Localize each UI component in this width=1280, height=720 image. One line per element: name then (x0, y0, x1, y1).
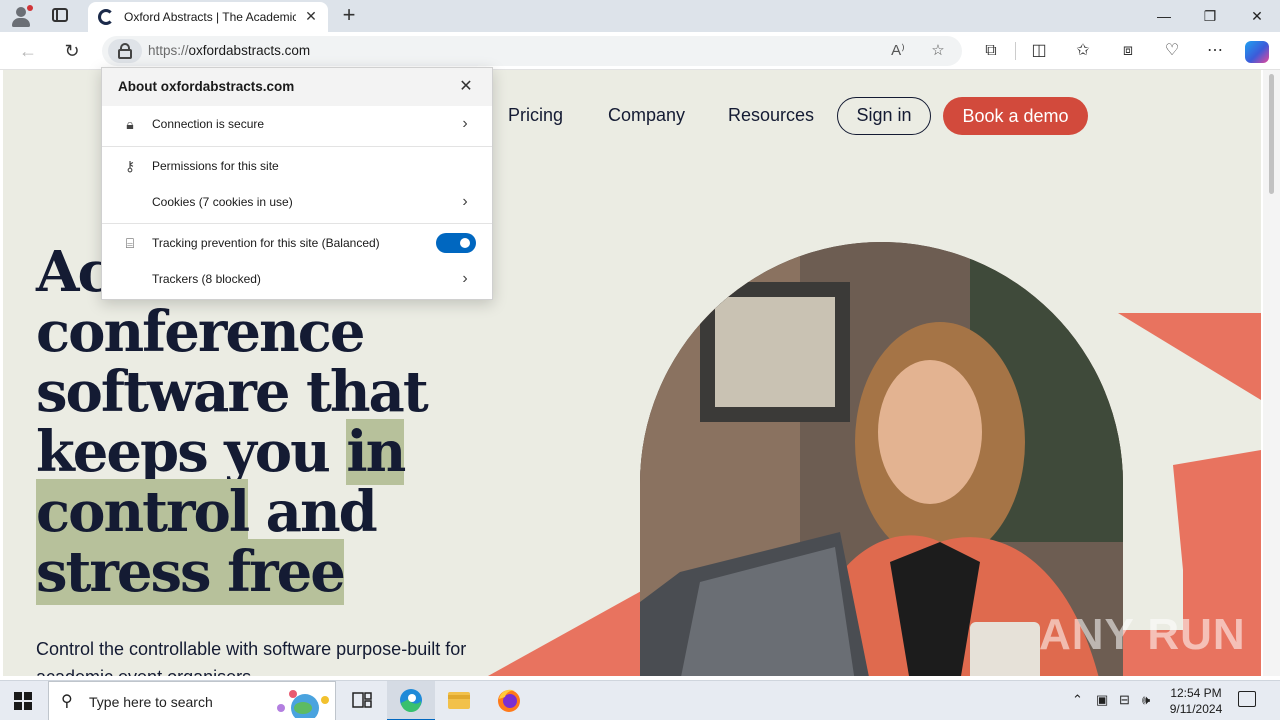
search-highlight-art-icon (277, 690, 329, 718)
split-screen-icon[interactable]: ◫ (1026, 39, 1052, 63)
extensions-icon[interactable]: ⧉ (978, 39, 1004, 63)
tab-close-icon[interactable]: ✕ (302, 7, 320, 25)
browser-tab-active[interactable]: Oxford Abstracts | The Academic ✕ (88, 2, 328, 32)
anyrun-watermark: ANY RUN (1039, 610, 1246, 659)
collections-icon[interactable]: ⧈ (1115, 39, 1141, 63)
permissions-label: Permissions for this site (152, 159, 279, 173)
settings-more-icon[interactable]: ⋯ (1202, 39, 1228, 63)
chevron-right-icon: › (462, 115, 468, 132)
trackers-label: Trackers (8 blocked) (152, 272, 261, 286)
window-close-icon[interactable]: ✕ (1234, 0, 1280, 32)
refresh-icon[interactable]: ↻ (59, 38, 85, 64)
restore-icon[interactable]: ❐ (1187, 0, 1233, 32)
tracking-prevention-icon: ⌸ (125, 235, 135, 251)
volume-icon[interactable]: 🕪︎ (1142, 692, 1150, 708)
hero-subtitle: Control the controllable with software p… (36, 639, 467, 676)
task-view-icon[interactable] (338, 681, 386, 720)
clock-date: 9/11/2024 (1169, 702, 1223, 716)
tray-device-icon[interactable]: ▣ (1096, 692, 1108, 708)
favorite-star-icon[interactable]: ☆ (927, 40, 949, 62)
profile-avatar-icon[interactable] (10, 5, 33, 27)
file-explorer-icon[interactable] (435, 681, 483, 720)
connection-label: Connection is secure (152, 117, 265, 131)
address-bar[interactable]: https://oxfordabstracts.com A⁾ ☆ (102, 36, 962, 66)
nav-link-resources[interactable]: Resources (728, 105, 814, 126)
chevron-right-icon: › (462, 193, 468, 210)
popup-divider (102, 223, 492, 224)
trackers-row[interactable]: Trackers (8 blocked) › (102, 261, 492, 297)
windows-taskbar: ⚲ Type here to search ⌃ ▣ ⊟ 🕪︎ 12:54 PM … (0, 680, 1280, 720)
popup-title: About oxfordabstracts.com (118, 79, 295, 94)
site-info-lock-icon[interactable] (108, 39, 142, 63)
nav-link-company[interactable]: Company (608, 105, 685, 126)
page-scrollbar[interactable] (1263, 70, 1280, 676)
nav-link-pricing[interactable]: Pricing (508, 105, 563, 126)
back-icon[interactable]: ← (15, 38, 41, 64)
tracking-prevention-toggle[interactable] (436, 233, 476, 253)
firefox-icon[interactable] (485, 681, 533, 720)
favorites-icon[interactable]: ✩ (1070, 39, 1096, 63)
site-info-popup: About oxfordabstracts.com ✕ 🔒︎ Connectio… (101, 67, 493, 300)
popup-divider (102, 146, 492, 147)
tab-title: Oxford Abstracts | The Academic (124, 10, 296, 24)
network-icon[interactable]: ⊟ (1119, 692, 1130, 708)
popup-header: About oxfordabstracts.com ✕ (102, 68, 492, 106)
toolbar-separator (1015, 42, 1016, 60)
permissions-row[interactable]: ⚷ Permissions for this site (102, 148, 492, 184)
taskbar-search-box[interactable]: ⚲ Type here to search (48, 681, 336, 720)
book-demo-button[interactable]: Book a demo (943, 97, 1088, 135)
tracking-prevention-row: ⌸ Tracking prevention for this site (Bal… (102, 225, 492, 261)
notifications-icon[interactable] (1238, 691, 1256, 707)
windows-start-icon[interactable] (14, 692, 32, 710)
browser-toolbar: ← ↻ https://oxfordabstracts.com A⁾ ☆ ⧉ ◫… (0, 32, 1280, 70)
site-favicon-icon (98, 9, 114, 25)
read-aloud-icon[interactable]: A⁾ (887, 40, 909, 62)
sign-in-button[interactable]: Sign in (837, 97, 931, 135)
clock-time: 12:54 PM (1170, 686, 1222, 700)
chevron-right-icon: › (462, 270, 468, 287)
taskbar-clock[interactable]: 12:54 PM 9/11/2024 (1160, 685, 1232, 717)
cookies-label: Cookies (7 cookies in use) (152, 195, 293, 209)
edge-taskbar-icon[interactable] (387, 681, 435, 720)
tab-actions-icon[interactable] (52, 8, 68, 22)
new-tab-icon[interactable]: + (338, 4, 360, 26)
taskbar-search-placeholder: Type here to search (89, 694, 213, 710)
tracking-label: Tracking prevention for this site (Balan… (152, 236, 380, 250)
address-url[interactable]: https://oxfordabstracts.com (148, 43, 310, 58)
search-icon: ⚲ (61, 693, 73, 710)
key-icon: ⚷ (124, 158, 136, 174)
cookies-row[interactable]: Cookies (7 cookies in use) › (102, 184, 492, 220)
tray-chevron-up-icon[interactable]: ⌃ (1072, 692, 1083, 708)
popup-close-icon[interactable]: ✕ (455, 76, 477, 98)
copilot-icon[interactable] (1245, 41, 1269, 63)
connection-secure-row[interactable]: 🔒︎ Connection is secure › (102, 106, 492, 142)
tab-strip: Oxford Abstracts | The Academic ✕ + — ❐ … (0, 0, 1280, 32)
lock-icon: 🔒︎ (126, 116, 134, 132)
browser-essentials-icon[interactable]: ♡ (1159, 39, 1185, 63)
minimize-icon[interactable]: — (1141, 0, 1187, 32)
